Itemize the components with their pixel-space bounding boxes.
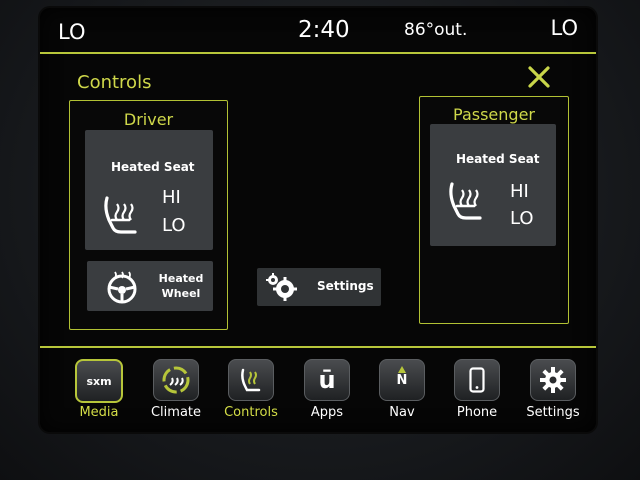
passenger-fan-level[interactable]: LO (551, 16, 578, 40)
passenger-panel: Passenger Heated Seat HI LO (419, 96, 569, 324)
climate-icon (162, 366, 190, 394)
passenger-heated-seat-button[interactable]: Heated Seat HI LO (430, 124, 556, 246)
nav-nav-label: Nav (389, 405, 415, 420)
controls-button[interactable] (228, 359, 274, 401)
media-button[interactable]: sxm (75, 359, 123, 403)
driver-panel: Driver Heated Seat HI LO Heated Wheel (69, 100, 228, 330)
passenger-panel-title: Passenger (453, 105, 535, 124)
passenger-seat-level-lo: LO (510, 208, 534, 229)
heated-steering-wheel-icon (107, 271, 137, 304)
compass-letter: N (396, 373, 408, 388)
page-title: Controls (77, 72, 152, 93)
nav-button[interactable]: N (379, 359, 425, 401)
driver-fan-level[interactable]: LO (58, 20, 85, 44)
gears-icon (266, 273, 297, 301)
nav-apps[interactable]: ū Apps (290, 356, 364, 426)
settings-button[interactable] (530, 359, 576, 401)
close-icon (528, 66, 550, 88)
climate-button[interactable] (153, 359, 199, 401)
passenger-seat-level-hi: HI (510, 181, 529, 202)
driver-seat-level-lo: LO (162, 215, 186, 236)
nav-nav[interactable]: N Nav (365, 356, 439, 426)
driver-panel-title: Driver (123, 110, 174, 129)
heated-seat-icon (104, 196, 137, 234)
nav-phone-label: Phone (456, 405, 498, 420)
infotainment-screen: LO 2:40 86°out. LO Controls Driver Heate… (40, 8, 596, 432)
status-bar: LO 2:40 86°out. LO (40, 8, 596, 54)
driver-seat-level-hi: HI (162, 187, 181, 208)
controls-settings-label: Settings (317, 279, 374, 293)
driver-heated-seat-label: Heated Seat (111, 160, 195, 174)
nav-settings[interactable]: Settings (516, 356, 590, 426)
nav-apps-label: Apps (310, 405, 344, 420)
heated-wheel-label: Heated Wheel (155, 271, 207, 301)
nav-settings-label: Settings (526, 405, 580, 420)
passenger-heated-seat-label: Heated Seat (456, 152, 540, 166)
nav-climate[interactable]: Climate (139, 356, 213, 426)
nav-controls[interactable]: Controls (214, 356, 288, 426)
clock: 2:40 (298, 17, 350, 43)
driver-heated-seat-button[interactable]: Heated Seat HI LO (85, 130, 213, 250)
heated-wheel-label-line2: Wheel (161, 287, 201, 300)
gear-icon (540, 367, 566, 393)
heated-seat-icon (449, 182, 482, 220)
controls-settings-button[interactable]: Settings (257, 268, 381, 306)
bottom-nav-bar: sxm Media Climate Controls ū Apps N Nav … (40, 346, 596, 432)
outside-temperature: 86°out. (404, 20, 468, 40)
phone-icon (469, 367, 485, 393)
controls-icon (241, 368, 261, 392)
nav-media-label: Media (79, 405, 119, 420)
close-button[interactable] (522, 60, 556, 94)
nav-media[interactable]: sxm Media (62, 356, 136, 426)
apps-icon: ū (318, 366, 336, 394)
heated-wheel-label-line1: Heated (158, 272, 204, 285)
nav-phone[interactable]: Phone (440, 356, 514, 426)
apps-button[interactable]: ū (304, 359, 350, 401)
sxm-icon: sxm (86, 374, 112, 388)
phone-button[interactable] (454, 359, 500, 401)
nav-controls-label: Controls (224, 405, 278, 420)
heated-wheel-button[interactable]: Heated Wheel (87, 261, 213, 311)
nav-climate-label: Climate (150, 405, 202, 420)
